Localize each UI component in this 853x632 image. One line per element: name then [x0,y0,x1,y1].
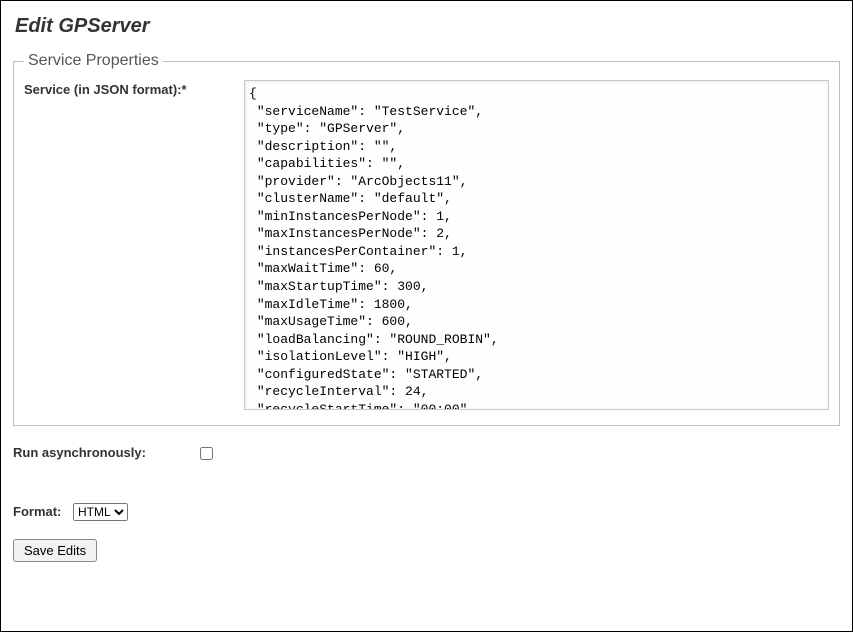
run-async-row: Run asynchronously: [13,444,840,463]
page-container: Edit GPServer Service Properties Service… [0,0,853,632]
save-row: Save Edits [13,539,840,562]
service-json-label: Service (in JSON format):* [24,80,244,97]
service-properties-fieldset: Service Properties Service (in JSON form… [13,52,840,426]
service-json-textarea[interactable] [244,80,829,410]
service-json-input-cell [244,80,829,413]
format-label: Format: [13,504,61,519]
run-async-checkbox[interactable] [200,447,213,460]
format-row: Format: HTML [13,503,840,521]
service-json-row: Service (in JSON format):* [24,80,829,413]
run-async-label: Run asynchronously: [13,445,188,460]
service-properties-legend: Service Properties [24,52,163,70]
save-edits-button[interactable]: Save Edits [13,539,97,562]
format-select[interactable]: HTML [73,503,128,521]
page-title: Edit GPServer [15,15,840,38]
